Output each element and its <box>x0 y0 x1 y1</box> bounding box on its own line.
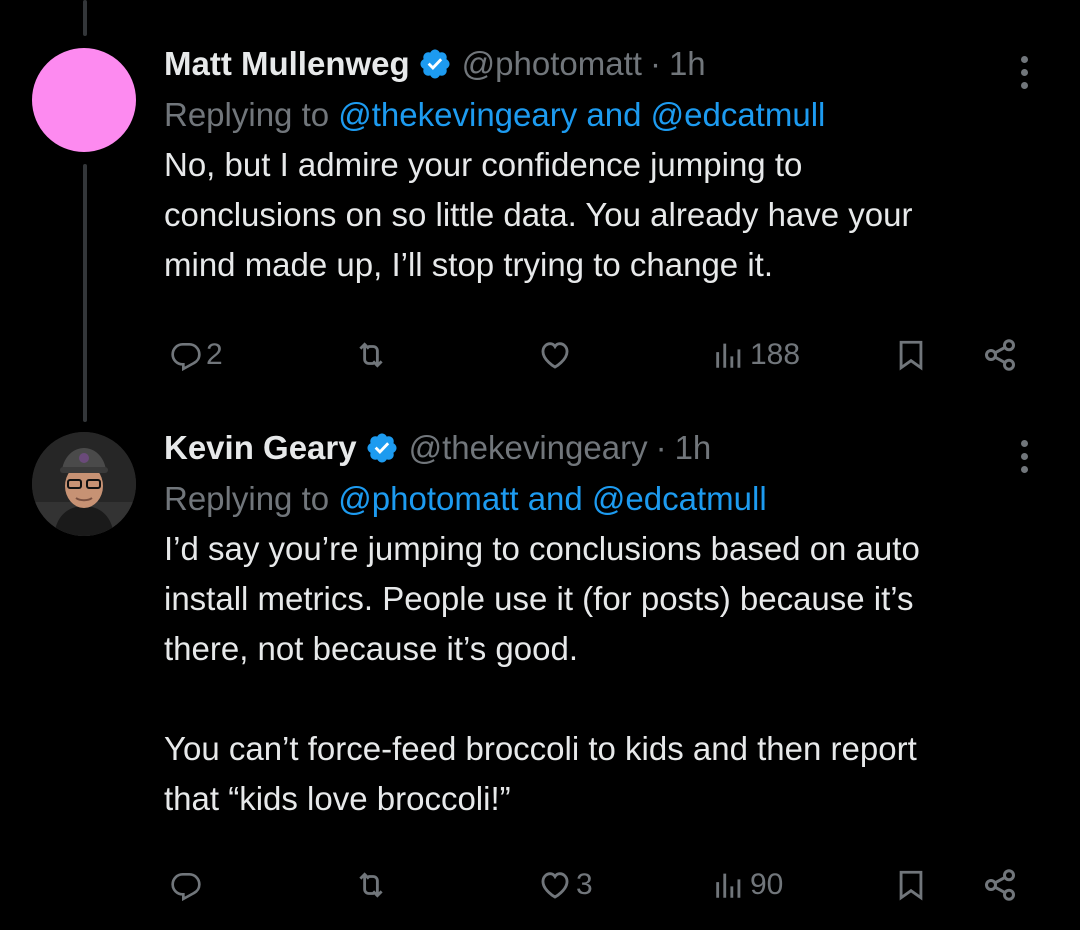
tweet-actions: 3 90 <box>164 860 1034 910</box>
retweet-icon <box>359 872 383 898</box>
tweet-text-line: No, but I admire your confidence jumping… <box>164 146 803 183</box>
views-icon <box>716 343 741 368</box>
tweet-text-line: mind made up, I’ll stop trying to change… <box>164 246 773 283</box>
tweet-text-line: I’d say you’re jumping to conclusions ba… <box>164 530 920 567</box>
timestamp[interactable]: 1h <box>669 45 706 83</box>
share-icon <box>985 869 1015 901</box>
thread-line-top <box>83 0 87 36</box>
tweet-text-line: that “kids love broccoli!” <box>164 780 511 817</box>
tweet-text-line: install metrics. People use it (for post… <box>164 580 914 617</box>
author-name[interactable]: Matt Mullenweg <box>164 45 410 83</box>
timestamp[interactable]: 1h <box>675 429 712 467</box>
bookmark-button[interactable] <box>894 860 928 910</box>
retweet-button[interactable] <box>354 860 388 910</box>
thread-line-connector <box>83 164 87 422</box>
bookmark-button[interactable] <box>894 330 928 380</box>
reply-count: 2 <box>206 338 223 371</box>
tweet-text-line: conclusions on so little data. You alrea… <box>164 196 913 233</box>
replying-to-handles[interactable]: @photomatt and @edcatmull <box>338 480 766 517</box>
retweet-button[interactable] <box>354 330 388 380</box>
share-button[interactable] <box>982 330 1018 380</box>
like-icon <box>541 872 569 899</box>
tweet-text: No, but I admire your confidence jumping… <box>164 140 1040 290</box>
share-icon <box>985 339 1015 371</box>
author-name[interactable]: Kevin Geary <box>164 429 357 467</box>
tweet-text: I’d say you’re jumping to conclusions ba… <box>164 524 1040 824</box>
more-icon[interactable] <box>1013 434 1036 479</box>
replying-to: Replying to @photomatt and @edcatmull <box>164 474 1040 524</box>
like-button[interactable]: 3 <box>538 860 593 910</box>
avatar[interactable] <box>32 48 136 152</box>
tweet-actions: 2 188 <box>164 330 1034 380</box>
retweet-icon <box>359 342 383 368</box>
share-button[interactable] <box>982 860 1018 910</box>
like-count: 3 <box>576 868 593 901</box>
separator: · <box>649 45 661 82</box>
views-icon <box>716 873 741 898</box>
bookmark-icon <box>899 340 923 371</box>
replying-to: Replying to @thekevingeary and @edcatmul… <box>164 90 1040 140</box>
author-handle[interactable]: @photomatt <box>462 45 642 83</box>
tweet-1[interactable]: Matt Mullenweg @photomatt · 1h Replying … <box>164 42 1040 290</box>
views-button[interactable]: 188 <box>712 330 800 380</box>
more-icon[interactable] <box>1013 50 1036 95</box>
views-button[interactable]: 90 <box>712 860 783 910</box>
views-count: 90 <box>750 868 784 901</box>
bookmark-icon <box>899 870 923 901</box>
views-count: 188 <box>750 338 801 371</box>
tweet-2[interactable]: Kevin Geary @thekevingeary · 1h Replying… <box>164 426 1040 824</box>
verified-badge-icon <box>418 47 452 81</box>
reply-button[interactable] <box>170 860 202 910</box>
like-icon <box>541 342 569 369</box>
reply-button[interactable]: 2 <box>170 330 223 380</box>
avatar[interactable] <box>32 432 136 536</box>
replying-prefix: Replying to <box>164 96 339 133</box>
reply-icon <box>171 343 201 371</box>
replying-prefix: Replying to <box>164 480 339 517</box>
tweet-text-line: there, not because it’s good. <box>164 630 579 667</box>
tweet-header: Matt Mullenweg @photomatt · 1h <box>164 42 1040 86</box>
replying-to-handles[interactable]: @thekevingeary and @edcatmull <box>338 96 825 133</box>
separator: · <box>655 429 667 466</box>
like-button[interactable] <box>538 330 572 380</box>
tweet-header: Kevin Geary @thekevingeary · 1h <box>164 426 1040 470</box>
author-handle[interactable]: @thekevingeary <box>409 429 648 467</box>
reply-icon <box>171 873 201 901</box>
tweet-text-line: You can’t force-feed broccoli to kids an… <box>164 730 917 767</box>
verified-badge-icon <box>365 431 399 465</box>
